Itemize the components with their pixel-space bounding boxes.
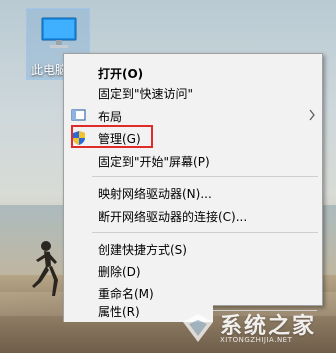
menu-item-label: 属性(R) [98, 305, 140, 319]
watermark: 系统之家 XITONGZHIJIA.NET [172, 306, 332, 350]
menu-item-label: 固定到"开始"屏幕(P) [98, 155, 210, 169]
menu-item-disconnect-network-drive[interactable]: 断开网络驱动器的连接(C)... [64, 205, 322, 227]
runner-silhouette [32, 241, 58, 296]
menu-item-label: 创建快捷方式(S) [98, 243, 187, 257]
watermark-url: XITONGZHIJIA.NET [220, 336, 293, 344]
highlight-box [71, 125, 153, 148]
menu-item-open[interactable]: 打开(O) [64, 62, 322, 84]
desktop-icon-label: 此电脑 [31, 63, 68, 77]
menu-item-label: 删除(D) [98, 265, 141, 279]
watermark-logo-icon [183, 314, 213, 342]
menu-item-label: 固定到"快速访问" [98, 87, 194, 101]
menu-item-pin-quick-access[interactable]: 固定到"快速访问" [64, 82, 322, 104]
menu-item-delete[interactable]: 删除(D) [64, 260, 322, 282]
layout-icon [71, 109, 86, 121]
menu-item-create-shortcut[interactable]: 创建快捷方式(S) [64, 238, 322, 260]
menu-item-map-network-drive[interactable]: 映射网络驱动器(N)... [64, 182, 322, 204]
chevron-right-icon [309, 109, 315, 121]
menu-item-label: 断开网络驱动器的连接(C)... [98, 210, 248, 224]
menu-separator [92, 176, 318, 177]
menu-item-pin-start[interactable]: 固定到"开始"屏幕(P) [64, 150, 322, 172]
context-menu: 打开(O) 固定到"快速访问" 布局 管理(G) 固定到"开始"屏幕(P) 映射… [63, 53, 323, 306]
menu-separator [92, 232, 318, 233]
menu-item-layout[interactable]: 布局 [64, 105, 322, 127]
monitor-icon [41, 17, 77, 48]
menu-item-label: 布局 [98, 110, 123, 124]
menu-item-label: 打开(O) [98, 67, 144, 81]
menu-item-label: 映射网络驱动器(N)... [98, 187, 212, 201]
